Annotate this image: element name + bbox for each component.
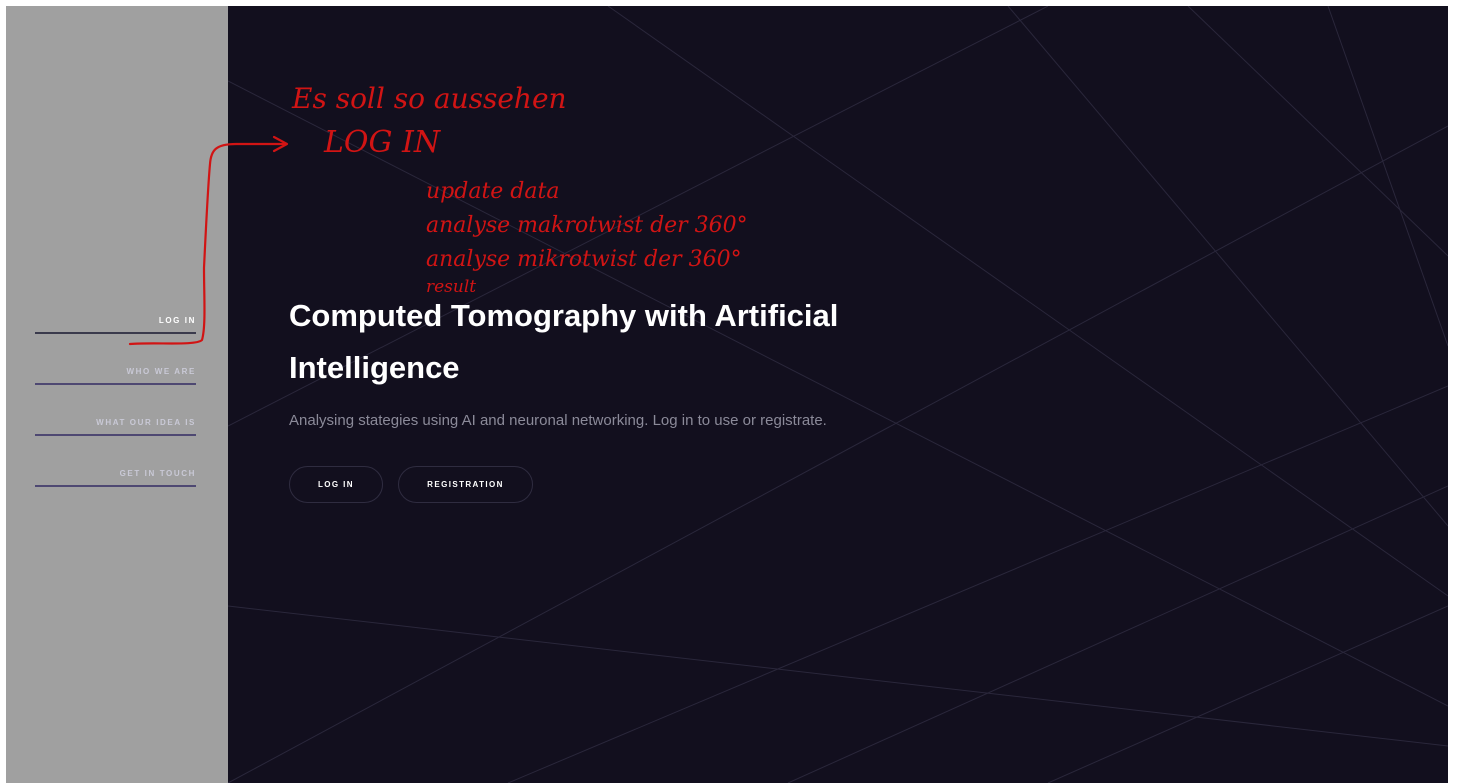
hero-section: Computed Tomography with Artificial Inte… [228, 6, 1448, 783]
registration-button[interactable]: REGISTRATION [398, 466, 533, 503]
registration-button-label: REGISTRATION [427, 480, 504, 489]
sidebar: LOG IN WHO WE ARE WHAT OUR IDEA IS GET I… [6, 6, 228, 783]
app-frame: LOG IN WHO WE ARE WHAT OUR IDEA IS GET I… [6, 6, 1448, 783]
background-line-pattern [228, 6, 1448, 783]
sidebar-item-log-in[interactable]: LOG IN [35, 313, 196, 334]
login-button[interactable]: LOG IN [289, 466, 383, 503]
sidebar-item-who-we-are[interactable]: WHO WE ARE [35, 364, 196, 385]
sidebar-item-what-our-idea-is[interactable]: WHAT OUR IDEA IS [35, 415, 196, 436]
hero-title: Computed Tomography with Artificial Inte… [289, 298, 839, 385]
login-button-label: LOG IN [318, 480, 354, 489]
hero-subtitle: Analysing stategies using AI and neurona… [289, 412, 827, 429]
sidebar-item-get-in-touch[interactable]: GET IN TOUCH [35, 466, 196, 487]
